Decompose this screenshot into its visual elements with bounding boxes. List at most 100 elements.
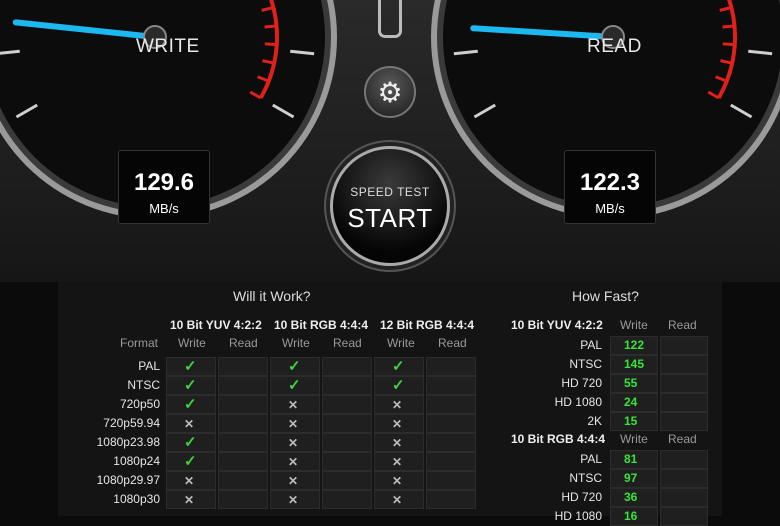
- table-cell: [426, 376, 476, 395]
- rgb444-10-write-header: Write: [282, 336, 310, 350]
- table-cell: [322, 433, 372, 452]
- how-fast-cell: [660, 488, 708, 507]
- how-fast-row-label: HD 720: [561, 490, 602, 504]
- will-it-work-title: Will it Work?: [233, 288, 311, 304]
- write-speed-unit: MB/s: [149, 201, 179, 216]
- rgb444-12-read-header: Read: [438, 336, 467, 350]
- cross-icon: ✕: [392, 398, 403, 412]
- table-cell: [426, 395, 476, 414]
- format-row-label: PAL: [138, 359, 160, 373]
- how-fast-write-value: 97: [624, 471, 638, 485]
- how-fast-write-value: 81: [624, 452, 638, 466]
- how-fast-cell: [660, 507, 708, 526]
- start-button-label: START: [347, 203, 433, 233]
- how-fast-row-label: 2K: [587, 414, 602, 428]
- read-gauge-label: READ: [587, 36, 642, 57]
- how-fast-cell: [660, 469, 708, 488]
- settings-button[interactable]: ⚙: [364, 66, 416, 118]
- write-speed-readout: 129.6 MB/s: [118, 150, 210, 224]
- checkmark-icon: ✓: [184, 434, 197, 451]
- how-fast-write-value: 15: [624, 414, 638, 428]
- how-fast-write-header-1: Write: [620, 318, 648, 332]
- how-fast-write-value: 145: [624, 357, 645, 371]
- checkmark-icon: ✓: [184, 358, 197, 375]
- format-row-label: 1080p30: [113, 492, 160, 506]
- how-fast-row-label: PAL: [580, 452, 602, 466]
- how-fast-row-label: PAL: [580, 338, 602, 352]
- how-fast-write-value: 36: [624, 490, 638, 504]
- table-cell: [426, 357, 476, 376]
- read-gauge-redzone-tick: [722, 24, 735, 29]
- cross-icon: ✕: [288, 417, 299, 431]
- group-header-rgb444-10: 10 Bit RGB 4:4:4: [274, 318, 369, 332]
- table-cell: [322, 357, 372, 376]
- checkmark-icon: ✓: [288, 358, 301, 375]
- how-fast-write-value: 24: [624, 395, 638, 409]
- how-fast-cell: [660, 393, 708, 412]
- table-cell: [218, 414, 268, 433]
- cross-icon: ✕: [392, 493, 403, 507]
- start-button-caption: SPEED TEST: [350, 185, 430, 199]
- cross-icon: ✕: [184, 493, 195, 507]
- how-fast-cell: [660, 355, 708, 374]
- table-cell: [322, 395, 372, 414]
- cross-icon: ✕: [288, 436, 299, 450]
- how-fast-row-label: HD 1080: [554, 395, 602, 409]
- gear-icon: ⚙: [377, 76, 403, 108]
- how-fast-cell: [660, 336, 708, 355]
- read-speed-readout: 122.3 MB/s: [564, 150, 656, 224]
- how-fast-write-header-2: Write: [620, 432, 648, 446]
- table-cell: [426, 433, 476, 452]
- how-fast-write-value: 55: [624, 376, 638, 390]
- checkmark-icon: ✓: [288, 377, 301, 394]
- app-logo: [378, 0, 402, 38]
- read-speed-value: 122.3: [579, 169, 641, 196]
- format-row-label: NTSC: [127, 378, 160, 392]
- how-fast-read-header-2: Read: [668, 432, 697, 446]
- format-row-label: 1080p24: [113, 454, 160, 468]
- read-speed-unit: MB/s: [595, 201, 625, 216]
- how-fast-row-label: HD 1080: [554, 509, 602, 523]
- table-cell: [218, 357, 268, 376]
- table-cell: [322, 490, 372, 509]
- cross-icon: ✕: [288, 455, 299, 469]
- how-fast-read-header-1: Read: [668, 318, 697, 332]
- cross-icon: ✕: [392, 455, 403, 469]
- start-speed-test-button[interactable]: SPEED TEST START: [330, 146, 450, 266]
- how-fast-cell: [660, 450, 708, 469]
- yuv422-read-header: Read: [229, 336, 258, 350]
- how-fast-row-label: NTSC: [569, 471, 602, 485]
- cross-icon: ✕: [392, 474, 403, 488]
- rgb444-12-write-header: Write: [387, 336, 415, 350]
- group-header-yuv422: 10 Bit YUV 4:2:2: [170, 318, 262, 332]
- table-cell: [426, 490, 476, 509]
- yuv422-write-header: Write: [178, 336, 206, 350]
- table-cell: [218, 433, 268, 452]
- table-cell: [218, 471, 268, 490]
- how-fast-title: How Fast?: [572, 288, 639, 304]
- how-fast-header-rgb444: 10 Bit RGB 4:4:4: [511, 432, 606, 446]
- table-cell: [322, 452, 372, 471]
- how-fast-row-label: NTSC: [569, 357, 602, 371]
- read-gauge-redzone-tick: [722, 42, 735, 47]
- cross-icon: ✕: [288, 493, 299, 507]
- how-fast-cell: [660, 374, 708, 393]
- table-cell: [426, 414, 476, 433]
- write-gauge-redzone-tick: [264, 42, 277, 47]
- how-fast-write-value: 122: [624, 338, 645, 352]
- how-fast-row-label: HD 720: [561, 376, 602, 390]
- table-cell: [322, 376, 372, 395]
- table-cell: [426, 471, 476, 490]
- write-speed-value: 129.6: [133, 169, 195, 196]
- write-gauge-redzone-tick: [264, 24, 277, 29]
- how-fast-header-yuv422: 10 Bit YUV 4:2:2: [511, 318, 603, 332]
- table-cell: [218, 452, 268, 471]
- table-cell: [218, 376, 268, 395]
- checkmark-icon: ✓: [184, 396, 197, 413]
- checkmark-icon: ✓: [184, 453, 197, 470]
- results-panel: Will it Work? How Fast? 10 Bit YUV 4:2:2…: [58, 282, 722, 526]
- table-cell: [322, 471, 372, 490]
- cross-icon: ✕: [184, 417, 195, 431]
- cross-icon: ✕: [392, 417, 403, 431]
- format-row-label: 1080p23.98: [96, 435, 160, 449]
